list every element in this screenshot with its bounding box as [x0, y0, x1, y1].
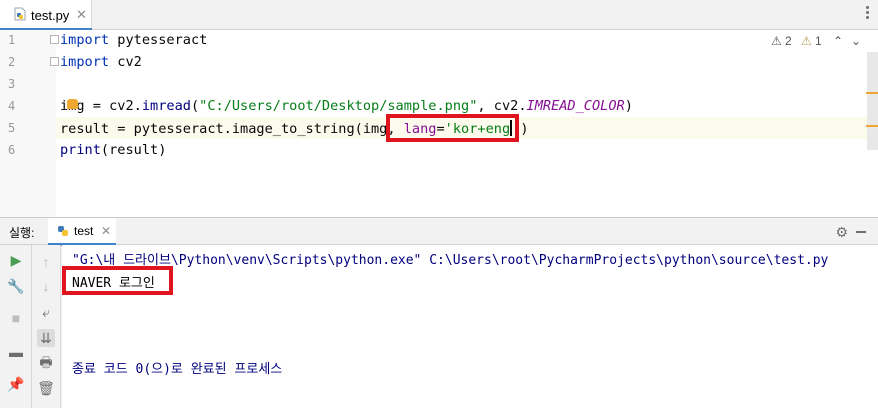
code-editor[interactable]: 1 2 3 4 5 6 import pytesseract import cv…	[0, 30, 878, 217]
wrench-icon[interactable]: 🔧	[7, 277, 25, 295]
run-tab-label: test	[74, 224, 94, 238]
run-toolbar-secondary: ↑ ↓ ⤶ ⇊ 🖶 🗑	[32, 245, 61, 408]
editor-tab-test-py[interactable]: test.py ✕	[0, 0, 92, 31]
more-vertical-icon[interactable]	[864, 6, 870, 22]
line-number: 2	[8, 55, 16, 69]
highlight-box-output	[62, 266, 173, 295]
run-panel-header: 실행: test ✕ ⚙	[0, 217, 878, 246]
warning-marker[interactable]	[866, 92, 878, 94]
rerun-icon[interactable]: ▶	[7, 251, 25, 269]
line-number: 5	[8, 121, 16, 135]
chevron-down-icon[interactable]: ⌄	[851, 34, 861, 48]
soft-wrap-icon[interactable]: ⤶	[37, 303, 55, 321]
warning-icon: ⚠	[771, 34, 782, 48]
editor-tab-bar: test.py ✕	[0, 0, 878, 31]
stop-icon[interactable]: ■	[7, 309, 25, 327]
code-line-4: img = cv2.imread("C:/Users/root/Desktop/…	[60, 98, 633, 114]
close-icon[interactable]: ✕	[76, 7, 87, 23]
python-icon	[58, 226, 68, 236]
minimize-icon[interactable]	[856, 231, 866, 233]
trash-icon[interactable]: 🗑	[37, 379, 55, 397]
console-command-line: "G:\내 드라이브\Python\venv\Scripts\python.ex…	[72, 253, 829, 268]
arrow-down-icon[interactable]: ↓	[37, 277, 55, 295]
chevron-up-icon[interactable]: ⌃	[833, 34, 843, 48]
fold-marker-icon[interactable]	[50, 35, 59, 44]
run-console[interactable]: "G:\내 드라이브\Python\venv\Scripts\python.ex…	[62, 245, 878, 408]
run-panel-label: 실행:	[9, 226, 35, 240]
line-number: 6	[8, 143, 16, 157]
gear-icon[interactable]: ⚙	[835, 224, 848, 241]
editor-tab-label: test.py	[31, 8, 70, 23]
code-line-1: import pytesseract	[60, 32, 208, 48]
weak-warning-count: 1	[815, 34, 822, 48]
scroll-to-end-icon[interactable]: ⇊	[37, 329, 55, 347]
run-toolbar-primary: ▶ 🔧 ■ ▬ 📌	[0, 245, 32, 408]
line-number: 4	[8, 99, 16, 113]
weak-warning-icon: ⚠	[801, 34, 812, 48]
inspection-widget[interactable]: ⚠ 2 ⚠ 1 ⌃ ⌄	[771, 34, 866, 50]
highlight-box-lang-param	[386, 114, 519, 142]
console-exit-line: 종료 코드 0(으)로 완료된 프로세스	[72, 362, 283, 377]
run-tab-test[interactable]: test ✕	[48, 218, 116, 246]
code-line-6: print(result)	[60, 142, 167, 158]
warning-marker[interactable]	[866, 125, 878, 127]
line-number: 1	[8, 33, 16, 47]
layout-icon[interactable]: ▬	[7, 343, 25, 361]
pin-icon[interactable]: 📌	[7, 375, 25, 393]
intention-bulb-icon[interactable]	[67, 99, 78, 109]
fold-marker-icon[interactable]	[50, 57, 59, 66]
arrow-up-icon[interactable]: ↑	[37, 253, 55, 271]
code-line-2: import cv2	[60, 54, 142, 70]
close-icon[interactable]: ✕	[101, 224, 111, 238]
line-number: 3	[8, 77, 16, 91]
python-file-icon	[14, 7, 26, 21]
warning-count: 2	[785, 34, 792, 48]
print-icon[interactable]: 🖶	[37, 354, 55, 373]
editor-scrollbar[interactable]	[867, 52, 878, 150]
line-gutter: 1 2 3 4 5 6	[0, 30, 59, 217]
